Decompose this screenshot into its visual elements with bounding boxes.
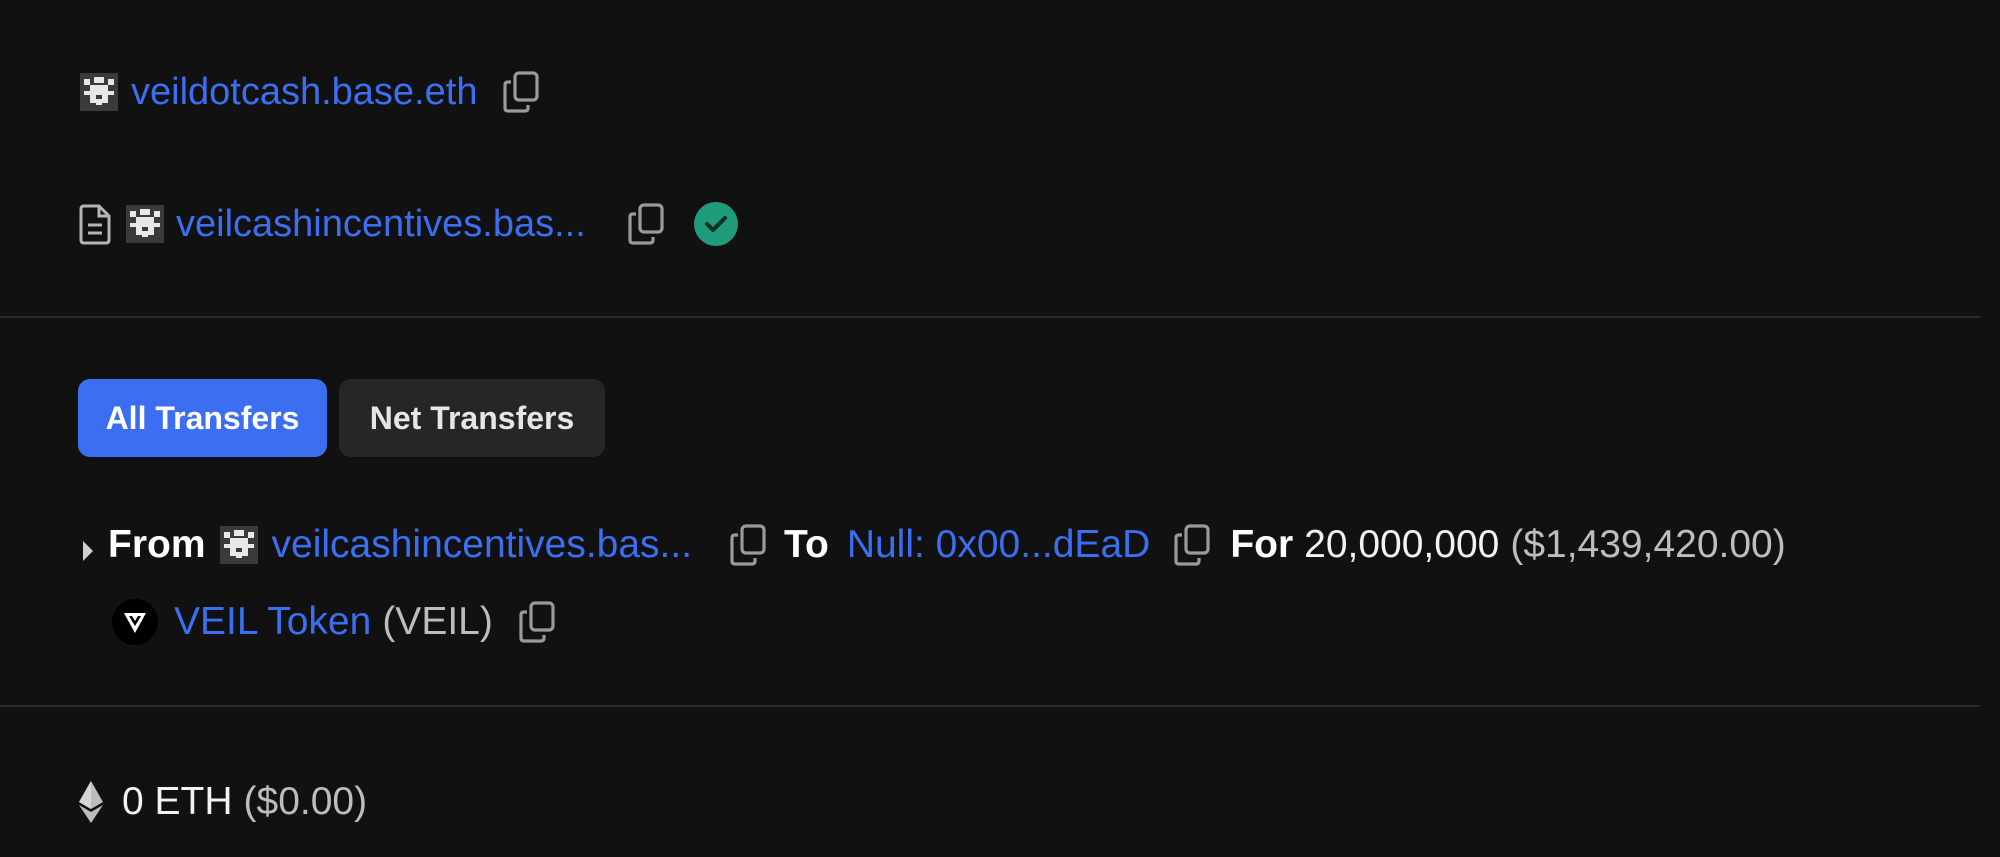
identicon-icon <box>80 73 118 111</box>
eth-value: 0 ETH <box>122 780 233 823</box>
copy-icon[interactable] <box>728 523 768 567</box>
divider <box>0 705 1980 707</box>
token-symbol: (VEIL) <box>382 600 493 643</box>
copy-icon[interactable] <box>517 600 557 644</box>
contract-row: veilcashincentives.bas... <box>78 199 738 249</box>
copy-icon[interactable] <box>501 70 541 114</box>
transfer-usd-value: ($1,439,420.00) <box>1510 523 1786 566</box>
verified-check-icon <box>693 202 738 246</box>
tab-net-transfers[interactable]: Net Transfers <box>339 379 605 457</box>
copy-icon[interactable] <box>626 202 666 246</box>
token-row: VEIL Token (VEIL) <box>112 596 557 648</box>
for-label: For <box>1230 523 1294 566</box>
tab-all-transfers[interactable]: All Transfers <box>78 379 327 457</box>
owner-name-link[interactable]: veildotcash.base.eth <box>131 71 477 114</box>
copy-icon[interactable] <box>1172 523 1212 567</box>
to-address-link[interactable]: Null: 0x00...dEaD <box>847 523 1151 567</box>
eth-usd-value: ($0.00) <box>243 780 368 823</box>
to-label: To <box>784 523 829 566</box>
token-name-link[interactable]: VEIL Token <box>174 600 371 644</box>
owner-row: veildotcash.base.eth <box>80 67 541 117</box>
divider <box>0 316 1980 318</box>
contract-name-link[interactable]: veilcashincentives.bas... <box>176 203 586 246</box>
caret-right-icon[interactable] <box>80 531 96 561</box>
value-row: 0 ETH ($0.00) <box>78 776 367 828</box>
transfer-amount: 20,000,000 <box>1304 523 1500 566</box>
veil-logo-icon <box>112 599 158 645</box>
transfer-row: From veilcashincentives.bas... To Null: … <box>80 519 1786 571</box>
ethereum-icon <box>78 780 104 824</box>
from-address-link[interactable]: veilcashincentives.bas... <box>272 523 693 567</box>
document-icon <box>78 203 112 245</box>
identicon-icon <box>219 526 258 564</box>
from-label: From <box>108 523 206 566</box>
identicon-icon <box>126 205 164 243</box>
